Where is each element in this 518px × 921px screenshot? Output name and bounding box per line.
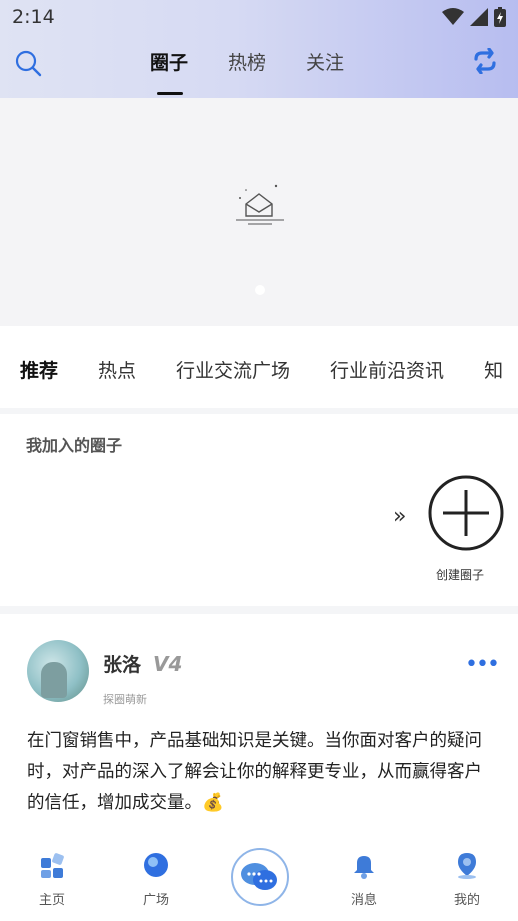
wifi-icon bbox=[442, 8, 464, 25]
nav-square[interactable]: 广场 bbox=[126, 850, 186, 908]
bottom-nav: 主页 广场 消息 我的 bbox=[0, 844, 518, 921]
more-options-icon[interactable]: ••• bbox=[465, 652, 500, 677]
carousel-indicator bbox=[255, 285, 265, 295]
status-time: 2:14 bbox=[12, 6, 55, 28]
header: 2:14 圈子 热榜 关注 bbox=[0, 0, 518, 98]
create-circle-button[interactable] bbox=[427, 474, 505, 552]
category-bar: 推荐 热点 行业交流广场 行业前沿资讯 知 bbox=[0, 326, 518, 408]
profile-icon bbox=[458, 853, 476, 879]
nav-profile[interactable]: 我的 bbox=[437, 850, 497, 908]
tab-hot-list[interactable]: 热榜 bbox=[228, 48, 266, 78]
home-icon bbox=[41, 853, 64, 878]
double-chevron-icon: » bbox=[393, 504, 407, 529]
avatar[interactable] bbox=[27, 640, 89, 702]
tab-follow[interactable]: 关注 bbox=[306, 48, 344, 78]
category-industry-exchange[interactable]: 行业交流广场 bbox=[176, 356, 290, 383]
nav-home[interactable]: 主页 bbox=[22, 850, 82, 908]
my-circles-section: 我加入的圈子 » 创建圈子 bbox=[0, 414, 518, 606]
top-tabs: 圈子 热榜 关注 bbox=[150, 48, 344, 95]
category-industry-news[interactable]: 行业前沿资讯 bbox=[330, 356, 444, 383]
nav-home-label: 主页 bbox=[38, 893, 65, 908]
post-content[interactable]: 在门窗销售中，产品基础知识是关键。当你面对客户的疑问时，对产品的深入了解会让你的… bbox=[27, 726, 489, 819]
level-badge: V4 bbox=[153, 652, 183, 676]
chat-bubble-icon bbox=[241, 863, 277, 890]
category-recommend[interactable]: 推荐 bbox=[20, 356, 58, 383]
post-card[interactable]: 张洛 V4 探圈萌新 ••• 在门窗销售中，产品基础知识是关键。当你面对客户的疑… bbox=[0, 614, 518, 844]
nav-square-label: 广场 bbox=[142, 893, 169, 908]
nav-messages[interactable]: 消息 bbox=[334, 850, 394, 908]
bell-icon bbox=[354, 856, 374, 879]
nav-profile-label: 我的 bbox=[453, 893, 480, 908]
category-hot[interactable]: 热点 bbox=[98, 356, 136, 383]
refresh-icon[interactable] bbox=[472, 48, 498, 74]
user-level: 探圈萌新 bbox=[103, 693, 147, 706]
chat-center-button[interactable] bbox=[231, 848, 289, 906]
battery-icon bbox=[494, 7, 506, 27]
create-circle-label[interactable]: 创建圈子 bbox=[436, 566, 484, 583]
status-icons bbox=[442, 7, 506, 27]
nav-messages-label: 消息 bbox=[350, 893, 377, 908]
square-icon bbox=[144, 853, 168, 877]
section-title: 我加入的圈子 bbox=[26, 436, 123, 455]
signal-icon bbox=[470, 8, 488, 26]
banner-carousel[interactable] bbox=[0, 98, 518, 326]
category-knowledge[interactable]: 知 bbox=[484, 356, 503, 383]
tab-circle[interactable]: 圈子 bbox=[150, 48, 188, 95]
search-icon[interactable] bbox=[14, 49, 42, 77]
status-bar: 2:14 bbox=[0, 0, 518, 34]
empty-envelope-icon bbox=[236, 184, 284, 225]
author-name[interactable]: 张洛 bbox=[103, 650, 141, 677]
